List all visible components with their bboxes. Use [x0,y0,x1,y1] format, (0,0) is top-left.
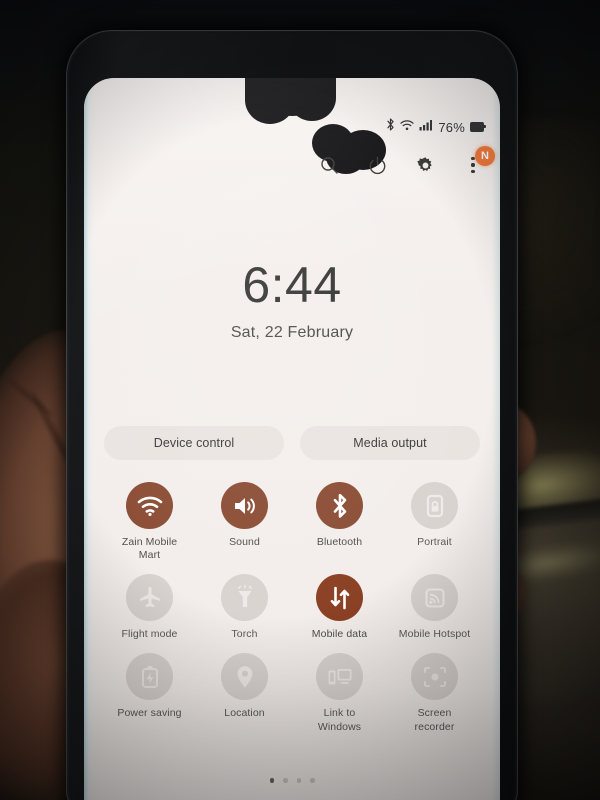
toggle-label: Flight mode [121,628,178,641]
toggle-link-to-windows[interactable]: Link to Windows [292,647,387,733]
clock-block: 6:44 Sat, 22 February [84,260,500,342]
phone-screen: 76% N 6:44 Sat, 22 February Device contr… [84,78,500,800]
toggle-portrait[interactable]: Portrait [387,476,482,562]
pill-button-row: Device control Media output [104,426,480,460]
kebab-menu-icon[interactable]: N [460,146,495,178]
page-dot[interactable] [296,778,301,783]
toggle-flight-mode[interactable]: Flight mode [102,568,197,641]
media-output-button[interactable]: Media output [300,426,480,460]
toggle-sound[interactable]: Sound [197,476,292,562]
page-indicator [84,778,500,783]
toggle-label: Mobile data [311,628,368,641]
page-dot[interactable] [269,778,274,783]
toggle-label: Link to Windows [317,707,362,733]
power-icon[interactable] [364,152,390,178]
kebab-dots [471,156,475,174]
toggle-label: Mobile Hotspot [398,628,471,641]
toggle-location[interactable]: Location [197,647,292,733]
quick-toggle-grid: Zain Mobile Mart Sound Bluetooth Portrai… [102,476,482,734]
wifi-icon [126,482,173,529]
bluetooth-icon [316,482,363,529]
notification-badge: N [475,146,495,166]
wifi-icon [400,118,415,136]
status-bar: 76% [386,118,486,136]
toggle-label: Torch [231,628,258,641]
toggle-label: Sound [229,536,260,548]
gear-icon[interactable] [412,152,438,178]
battery-icon [470,122,486,132]
toggle-bluetooth[interactable]: Bluetooth [292,476,387,562]
rotation-lock-icon [411,482,458,529]
clock-time: 6:44 [242,257,342,313]
toggle-label: Screen recorder [414,707,455,733]
screen-edge-glow-right [492,78,500,800]
flashlight-icon [221,574,268,622]
toggle-label: Zain Mobile Mart [121,536,178,562]
battery-saver-icon [126,653,173,701]
sound-icon [221,482,268,529]
toggle-mobile-data[interactable]: Mobile data [292,568,387,641]
toggle-label: Portrait [417,536,452,548]
page-dot[interactable] [310,778,315,783]
toggle-label: Location [224,707,265,720]
data-arrows-icon [316,574,363,622]
toggle-power-saving[interactable]: Power saving [102,647,197,733]
photo-scene: 76% N 6:44 Sat, 22 February Device contr… [0,0,600,800]
toggle-mobile-hotspot[interactable]: Mobile Hotspot [387,568,482,641]
clock-date: Sat, 22 February [230,324,354,341]
toggle-screen-recorder[interactable]: Screen recorder [387,647,482,733]
hotspot-icon [411,574,458,622]
screen-edge-glow-left [84,78,94,800]
device-control-button[interactable]: Device control [104,426,284,460]
phone-body: 76% N 6:44 Sat, 22 February Device contr… [66,30,518,800]
toggle-wifi[interactable]: Zain Mobile Mart [102,476,197,562]
bluetooth-icon [386,118,395,136]
search-icon[interactable] [316,152,342,178]
toggle-torch[interactable]: Torch [197,568,292,641]
location-pin-icon [221,653,268,701]
signal-bars-icon [419,118,433,136]
quick-settings-action-bar: N [316,146,495,178]
link-to-windows-icon [316,653,363,701]
camera-notch [259,78,325,116]
screen-recorder-icon [411,653,458,701]
page-dot[interactable] [283,778,288,783]
toggle-label: Bluetooth [316,536,363,548]
airplane-icon [126,574,173,622]
battery-percent-label: 76% [438,119,465,135]
toggle-label: Power saving [117,707,182,720]
